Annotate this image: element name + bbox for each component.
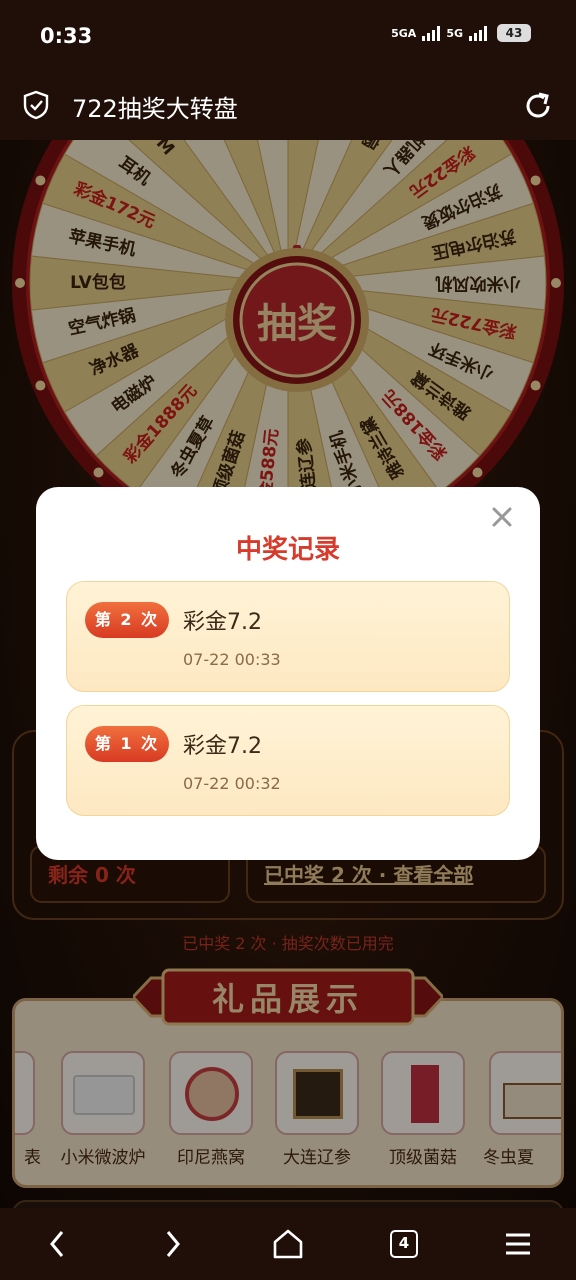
tabs-button[interactable]: 4 bbox=[386, 1226, 422, 1262]
network-label-2: 5G bbox=[446, 26, 463, 40]
back-icon[interactable] bbox=[40, 1226, 76, 1262]
tabs-count: 4 bbox=[390, 1230, 418, 1258]
shield-check-icon[interactable] bbox=[22, 90, 50, 120]
close-icon[interactable] bbox=[490, 505, 514, 529]
title-bar: 722抽奖大转盘 bbox=[0, 72, 576, 140]
reload-icon[interactable] bbox=[522, 90, 554, 122]
draw-number-badge: 第 2 次 bbox=[85, 602, 169, 638]
menu-icon[interactable] bbox=[500, 1226, 536, 1262]
signal-icon-2 bbox=[469, 25, 487, 41]
network-label-1: 5GA bbox=[391, 26, 417, 40]
status-bar: 0:33 5GA 5G 43 bbox=[0, 0, 576, 72]
home-icon[interactable] bbox=[270, 1226, 306, 1262]
page-title: 722抽奖大转盘 bbox=[72, 95, 238, 123]
draw-number-badge: 第 1 次 bbox=[85, 726, 169, 762]
win-record-item: 第 2 次 彩金7.2 07-22 00:33 bbox=[66, 581, 510, 692]
dialog-title: 中奖记录 bbox=[235, 535, 340, 565]
clock: 0:33 bbox=[40, 24, 93, 48]
win-record-dialog: 中奖记录 第 2 次 彩金7.2 07-22 00:33 第 1 次 彩金7.2… bbox=[36, 487, 540, 860]
prize-name: 彩金7.2 bbox=[183, 734, 262, 759]
battery-icon: 43 bbox=[497, 24, 531, 42]
win-time: 07-22 00:33 bbox=[183, 650, 281, 669]
win-time: 07-22 00:32 bbox=[183, 774, 281, 793]
signal-icon bbox=[422, 25, 441, 41]
browser-nav-bar: 4 bbox=[0, 1208, 576, 1280]
win-record-item: 第 1 次 彩金7.2 07-22 00:32 bbox=[66, 705, 510, 816]
signal-area: 5GA 5G 43 bbox=[391, 24, 531, 42]
prize-name: 彩金7.2 bbox=[183, 610, 262, 635]
forward-icon[interactable] bbox=[154, 1226, 190, 1262]
